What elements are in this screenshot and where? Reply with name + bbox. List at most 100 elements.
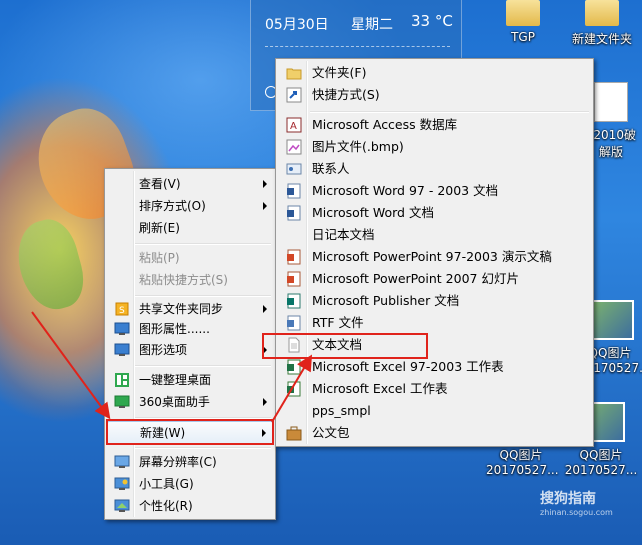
menu-item-graphics-options[interactable]: 图形选项 <box>107 339 273 361</box>
new-item-excel-97-2003[interactable]: Microsoft Excel 97-2003 工作表 <box>278 356 591 378</box>
new-submenu: 文件夹(F) 快捷方式(S) A Microsoft Access 数据库 图片… <box>275 58 594 447</box>
menu-item-label: Microsoft Excel 97-2003 工作表 <box>312 359 504 374</box>
menu-item-label: Microsoft Word 97 - 2003 文档 <box>312 183 499 198</box>
archive-icon <box>594 82 628 122</box>
menu-item-label: 文件夹(F) <box>312 65 367 80</box>
menu-item-label: Microsoft Word 文档 <box>312 205 434 220</box>
menu-item-label: pps_smpl <box>312 403 371 418</box>
new-item-publisher[interactable]: Microsoft Publisher 文档 <box>278 290 591 312</box>
widget-day: 星期二 <box>351 17 393 33</box>
menu-item-label: Microsoft Publisher 文档 <box>312 293 460 308</box>
briefcase-icon <box>286 425 302 441</box>
new-item-briefcase[interactable]: 公文包 <box>278 422 591 444</box>
menu-item-paste-shortcut[interactable]: 粘贴快捷方式(S) <box>107 269 273 291</box>
menu-separator <box>135 365 271 367</box>
new-item-folder[interactable]: 文件夹(F) <box>278 62 591 84</box>
menu-item-label: 快捷方式(S) <box>312 87 380 102</box>
watermark-url: zhinan.sogou.com <box>540 508 613 517</box>
personalize-icon <box>114 498 130 514</box>
submenu-arrow-icon <box>263 202 267 210</box>
menu-item-label: 图形属性...... <box>139 322 210 336</box>
new-item-rtf[interactable]: RTF 文件 <box>278 312 591 334</box>
menu-item-label: 共享文件夹同步 <box>139 302 224 316</box>
menu-item-organize-desktop[interactable]: 一键整理桌面 <box>107 369 273 391</box>
new-item-ppt-97-2003[interactable]: Microsoft PowerPoint 97-2003 演示文稿 <box>278 246 591 268</box>
menu-separator <box>310 111 589 113</box>
menu-item-360-desktop-assistant[interactable]: 360桌面助手 <box>107 391 273 413</box>
sync-icon: S <box>114 301 130 317</box>
widget-temperature: 33 °C <box>411 12 453 30</box>
menu-item-share-folder-sync[interactable]: S 共享文件夹同步 <box>107 298 273 320</box>
desktop-icon-tgp[interactable]: TGP <box>496 0 550 44</box>
svg-text:S: S <box>119 306 125 316</box>
new-item-pps-smpl[interactable]: pps_smpl <box>278 400 591 422</box>
menu-item-refresh[interactable]: 刷新(E) <box>107 217 273 239</box>
menu-item-sort-by[interactable]: 排序方式(O) <box>107 195 273 217</box>
new-item-contact[interactable]: 联系人 <box>278 158 591 180</box>
menu-item-gadgets[interactable]: 小工具(G) <box>107 473 273 495</box>
menu-item-label: Microsoft PowerPoint 97-2003 演示文稿 <box>312 249 552 264</box>
new-item-word[interactable]: Microsoft Word 文档 <box>278 202 591 224</box>
annotation-box-text-document <box>262 333 428 359</box>
monitor-icon <box>114 342 130 358</box>
menu-item-graphics-properties[interactable]: 图形属性...... <box>107 318 273 340</box>
powerpoint-icon <box>286 249 302 265</box>
desktop-icon-label: 新建文件夹 <box>571 32 632 46</box>
folder-icon <box>286 65 302 81</box>
menu-item-paste[interactable]: 粘贴(P) <box>107 247 273 269</box>
windows-logo-decoration <box>9 213 91 317</box>
watermark-logo: 搜狗指南 <box>540 491 596 507</box>
menu-separator <box>135 243 271 245</box>
menu-item-label: 图形选项 <box>139 343 188 357</box>
new-item-ppt-2007[interactable]: Microsoft PowerPoint 2007 幻灯片 <box>278 268 591 290</box>
menu-item-label: 联系人 <box>312 161 350 176</box>
desktop-icon-label: QQ图片 <box>499 448 543 462</box>
annotation-box-new <box>106 419 274 445</box>
access-icon: A <box>286 117 302 133</box>
menu-item-label: 查看(V) <box>139 177 181 191</box>
grid-organize-icon <box>114 372 130 388</box>
menu-item-label: 排序方式(O) <box>139 199 206 213</box>
bitmap-image-icon <box>286 139 302 155</box>
widget-date: 05月30日 <box>265 17 329 33</box>
desktop-icon-label: 20170527... <box>486 463 559 477</box>
menu-item-label: 一键整理桌面 <box>139 373 212 387</box>
desktop-icon-new-folder[interactable]: 新建文件夹 <box>564 0 640 47</box>
menu-item-label: 刷新(E) <box>139 221 180 235</box>
menu-separator <box>135 447 271 449</box>
publisher-icon <box>286 293 302 309</box>
new-item-excel[interactable]: Microsoft Excel 工作表 <box>278 378 591 400</box>
excel-icon <box>286 359 302 375</box>
menu-item-view[interactable]: 查看(V) <box>107 173 273 195</box>
menu-item-label: 个性化(R) <box>139 499 193 513</box>
word-doc-icon <box>286 183 302 199</box>
display-icon <box>114 454 130 470</box>
widget-divider <box>265 46 450 47</box>
menu-item-label: Microsoft Excel 工作表 <box>312 381 448 396</box>
new-item-access-db[interactable]: A Microsoft Access 数据库 <box>278 114 591 136</box>
menu-item-label: 粘贴(P) <box>139 251 180 265</box>
new-item-shortcut[interactable]: 快捷方式(S) <box>278 84 591 106</box>
new-item-word-97-2003[interactable]: Microsoft Word 97 - 2003 文档 <box>278 180 591 202</box>
menu-item-label: Microsoft Access 数据库 <box>312 117 458 132</box>
folder-icon <box>585 0 619 26</box>
menu-item-screen-resolution[interactable]: 屏幕分辨率(C) <box>107 451 273 473</box>
submenu-arrow-icon <box>263 180 267 188</box>
desktop-context-menu: 查看(V) 排序方式(O) 刷新(E) 粘贴(P) 粘贴快捷方式(S) S 共享… <box>104 168 276 520</box>
powerpoint-icon <box>286 271 302 287</box>
menu-item-label: Microsoft PowerPoint 2007 幻灯片 <box>312 271 519 286</box>
folder-icon <box>506 0 540 26</box>
new-item-bitmap[interactable]: 图片文件(.bmp) <box>278 136 591 158</box>
menu-item-label: 360桌面助手 <box>139 395 210 409</box>
svg-text:A: A <box>290 121 297 132</box>
new-item-journal[interactable]: 日记本文档 <box>278 224 591 246</box>
desktop-icon-label: 20170527... <box>564 463 638 477</box>
menu-item-label: 粘贴快捷方式(S) <box>139 273 228 287</box>
menu-item-label: 公文包 <box>312 425 350 440</box>
contact-card-icon <box>286 161 302 177</box>
submenu-arrow-icon <box>263 305 267 313</box>
menu-item-label: 日记本文档 <box>312 227 375 242</box>
menu-item-personalize[interactable]: 个性化(R) <box>107 495 273 517</box>
gadgets-icon <box>114 476 130 492</box>
submenu-arrow-icon <box>263 398 267 406</box>
